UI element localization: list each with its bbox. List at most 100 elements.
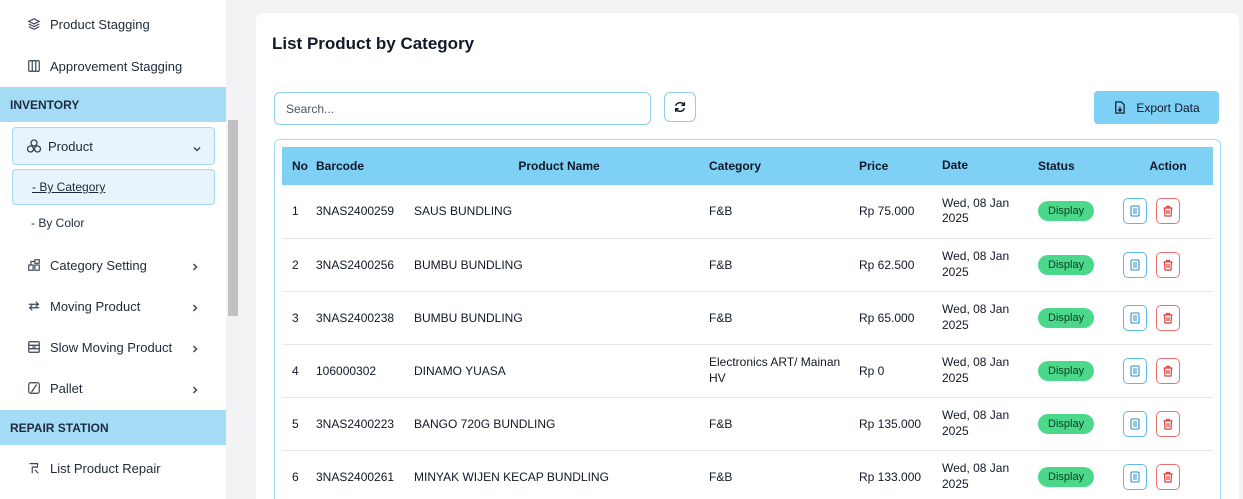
cell-category: F&B — [709, 257, 733, 272]
cell-no: 6 — [292, 469, 299, 484]
layers-icon — [26, 16, 42, 32]
sidebar-item-label: List Product Repair — [50, 460, 161, 476]
sidebar-item-product[interactable]: Product — [12, 127, 215, 165]
cell-date: Wed, 08 Jan 2025 — [942, 195, 1010, 226]
cell-no: 3 — [292, 310, 299, 325]
cell-barcode: 3NAS2400223 — [316, 416, 395, 431]
cell-price: Rp 62.500 — [859, 257, 915, 272]
cell-no: 4 — [292, 363, 299, 378]
sidebar-item-approvement-stagging[interactable]: Approvement Stagging — [0, 56, 226, 76]
delete-button[interactable] — [1156, 251, 1180, 278]
sidebar-item-label: - By Category — [32, 180, 106, 194]
table-row: 5 3NAS2400223 BANGO 720G BUNDLING F&B Rp… — [282, 397, 1213, 450]
delete-button[interactable] — [1156, 304, 1180, 331]
cell-barcode: 3NAS2400259 — [316, 204, 395, 219]
sidebar-item-label: Moving Product — [50, 298, 141, 314]
export-data-button[interactable]: Export Data — [1094, 91, 1219, 124]
status-badge: Display — [1038, 254, 1095, 275]
cell-barcode: 106000302 — [316, 363, 377, 378]
sidebar-item-product-stagging[interactable]: Product Stagging — [0, 14, 226, 34]
cell-no: 2 — [292, 257, 299, 272]
detail-button[interactable] — [1123, 357, 1147, 384]
chevron-down-icon — [192, 142, 202, 152]
sidebar-item-label: Pallet — [50, 380, 83, 396]
detail-button[interactable] — [1123, 198, 1147, 225]
trash-icon — [1163, 471, 1173, 483]
cell-barcode: 3NAS2400238 — [316, 310, 395, 325]
status-badge: Display — [1038, 360, 1095, 381]
sidebar-item-slow-moving-product[interactable]: Slow Moving Product — [0, 337, 226, 357]
product-table-container: No Barcode Product Name Category Price D… — [274, 139, 1221, 499]
cell-price: Rp 133.000 — [859, 469, 922, 484]
col-header-product-name: Product Name — [518, 159, 600, 173]
page-title: List Product by Category — [272, 34, 475, 53]
sidebar-item-label: Product — [48, 138, 93, 154]
detail-button[interactable] — [1123, 463, 1147, 490]
sidebar-item-label: Category Setting — [50, 257, 147, 273]
sidebar-scrollbar[interactable] — [228, 120, 238, 316]
delete-button[interactable] — [1156, 357, 1180, 384]
col-header-barcode: Barcode — [316, 159, 365, 173]
trash-icon — [1163, 418, 1173, 430]
status-badge: Display — [1038, 201, 1095, 222]
col-header-date: Date — [942, 158, 969, 173]
sidebar-item-by-color[interactable]: - By Color — [31, 216, 84, 230]
trash-icon — [1163, 365, 1173, 377]
refresh-icon — [674, 101, 686, 113]
arrows-icon — [26, 298, 42, 314]
col-header-status: Status — [1038, 159, 1075, 173]
document-icon — [1130, 311, 1140, 324]
table-row: 3 3NAS2400238 BUMBU BUNDLING F&B Rp 65.0… — [282, 291, 1213, 344]
cell-date: Wed, 08 Jan 2025 — [942, 460, 1010, 491]
delete-button[interactable] — [1156, 410, 1180, 437]
status-badge: Display — [1038, 466, 1095, 487]
document-icon — [1130, 258, 1140, 271]
document-icon — [1130, 364, 1140, 377]
cell-price: Rp 75.000 — [859, 204, 915, 219]
section-inventory: INVENTORY — [0, 87, 226, 122]
boxes-icon — [26, 138, 42, 154]
sidebar-item-category-setting[interactable]: Category Setting — [0, 255, 226, 275]
table-header-row: No Barcode Product Name Category Price D… — [282, 147, 1213, 185]
detail-button[interactable] — [1123, 304, 1147, 331]
col-header-no: No — [292, 159, 308, 173]
cell-category: F&B — [709, 204, 733, 219]
sidebar-item-pallet[interactable]: Pallet — [0, 378, 226, 398]
cell-no: 1 — [292, 204, 299, 219]
delete-button[interactable] — [1156, 463, 1180, 490]
document-icon — [1130, 417, 1140, 430]
search-input[interactable] — [274, 92, 651, 125]
refresh-button[interactable] — [664, 92, 696, 122]
cell-category: F&B — [709, 310, 733, 325]
cell-product-name: BANGO 720G BUNDLING — [414, 416, 556, 431]
cell-category: Electronics ART/ Mainan HV — [709, 354, 841, 385]
cell-product-name: BUMBU BUNDLING — [414, 257, 523, 272]
document-icon — [1130, 470, 1140, 483]
cell-date: Wed, 08 Jan 2025 — [942, 407, 1010, 438]
repair-icon — [26, 460, 42, 476]
detail-button[interactable] — [1123, 251, 1147, 278]
table-row: 4 106000302 DINAMO YUASA Electronics ART… — [282, 344, 1213, 397]
sidebar-item-by-category[interactable]: - By Category — [12, 169, 215, 205]
cell-date: Wed, 08 Jan 2025 — [942, 301, 1010, 332]
trash-icon — [1163, 312, 1173, 324]
cell-product-name: MINYAK WIJEN KECAP BUNDLING — [414, 469, 609, 484]
cell-barcode: 3NAS2400261 — [316, 469, 395, 484]
cell-price: Rp 65.000 — [859, 310, 915, 325]
sidebar-item-moving-product[interactable]: Moving Product — [0, 296, 226, 316]
export-data-label: Export Data — [1136, 100, 1200, 115]
sidebar-item-label: Product Stagging — [50, 16, 150, 32]
table-row: 1 3NAS2400259 SAUS BUNDLING F&B Rp 75.00… — [282, 185, 1213, 238]
grid-icon — [26, 257, 42, 273]
cell-no: 5 — [292, 416, 299, 431]
document-icon — [1130, 205, 1140, 217]
content-card: List Product by Category Export Data No … — [256, 13, 1239, 499]
sidebar-item-list-product-repair[interactable]: List Product Repair — [0, 458, 226, 478]
delete-button[interactable] — [1156, 198, 1180, 225]
section-repair-station: REPAIR STATION — [0, 410, 226, 445]
archive-icon — [26, 339, 42, 355]
chevron-right-icon — [190, 260, 200, 271]
cell-category: F&B — [709, 416, 733, 431]
trash-icon — [1163, 206, 1173, 217]
detail-button[interactable] — [1123, 410, 1147, 437]
